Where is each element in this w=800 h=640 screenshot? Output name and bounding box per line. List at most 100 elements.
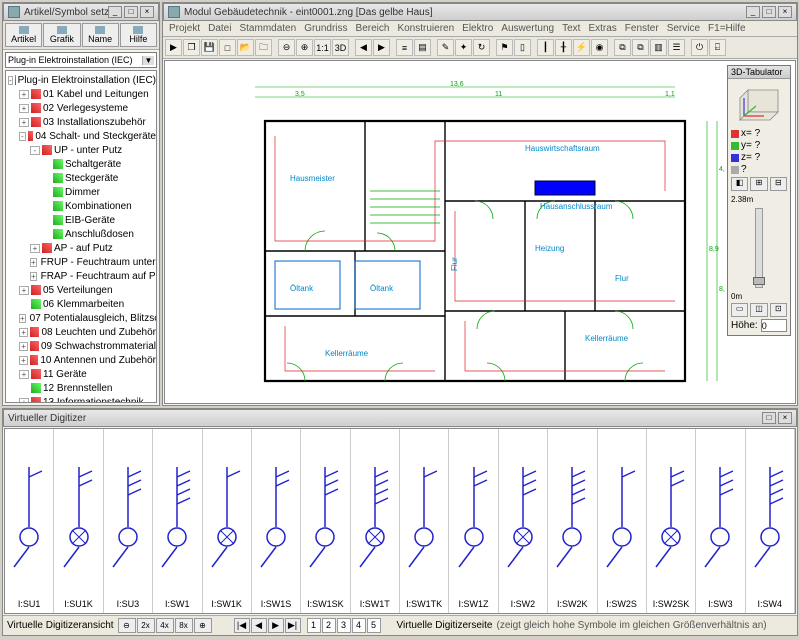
tree-item[interactable]: -Plug-in Elektroinstallation (IEC) [6,73,156,87]
tree-item[interactable]: +07 Potentialausgleich, Blitzschutz [6,311,156,325]
tree-item[interactable]: 06 Klemmarbeiten [6,297,156,311]
menu-text[interactable]: Text [562,23,580,34]
close-button[interactable]: × [778,412,792,424]
page-button-2[interactable]: 2 [322,618,336,633]
symbol-cell[interactable]: I:SW2 [499,429,548,613]
tab-btn-b[interactable]: ◫ [750,303,767,317]
new-button[interactable]: □ [219,39,236,56]
tree-item[interactable]: +FRUP - Feuchtraum unter Putz [6,255,156,269]
page-button-3[interactable]: 3 [337,618,351,633]
pipe-button[interactable]: ┃ [537,39,554,56]
expand-icon[interactable] [41,202,51,211]
menu-f1=hilfe[interactable]: F1=Hilfe [708,23,746,34]
expand-icon[interactable]: + [19,104,29,113]
menu-elektro[interactable]: Elektro [462,23,493,34]
expand-icon[interactable] [19,300,29,309]
1:1-button[interactable]: 1:1 [314,39,331,56]
prev-button[interactable]: ◀ [355,39,372,56]
tree-item[interactable]: +09 Schwachstrommaterial [6,339,156,353]
tab-artikel[interactable]: Artikel [5,23,42,47]
3d-button[interactable]: 3D [332,39,349,56]
tab-name[interactable]: Name [82,23,119,47]
nav-button[interactable]: ▶| [285,618,301,633]
menu-grundriss[interactable]: Grundriss [304,23,347,34]
page-button-5[interactable]: 5 [367,618,381,633]
tree-item[interactable]: +13 Informationstechnik [6,395,156,403]
maximize-button[interactable]: □ [762,412,776,424]
next-button[interactable]: ▶ [373,39,390,56]
symbol-cell[interactable]: I:SW4 [746,429,795,613]
slider-thumb[interactable] [753,277,765,285]
menu-projekt[interactable]: Projekt [169,23,200,34]
expand-icon[interactable]: + [19,328,28,337]
symbol-cell[interactable]: I:SW1TK [400,429,449,613]
menu-datei[interactable]: Datei [208,23,231,34]
expand-icon[interactable]: + [19,286,29,295]
symbol-cell[interactable]: I:SW2SK [647,429,696,613]
zoom-in-button[interactable]: ⊕ [296,39,313,56]
symbol-cell[interactable]: I:SW1 [153,429,202,613]
expand-icon[interactable] [41,188,51,197]
symbol-cell[interactable]: I:SW1S [252,429,301,613]
refresh-button[interactable]: ↻ [473,39,490,56]
tree-item[interactable]: +11 Geräte [6,367,156,381]
tree-item[interactable]: Schaltgeräte [6,157,156,171]
tree-item[interactable]: +AP - auf Putz [6,241,156,255]
tab-btn-1[interactable]: ◧ [731,177,748,191]
tab-hilfe[interactable]: Hilfe [120,23,157,47]
tree-item[interactable]: Kombinationen [6,199,156,213]
tab-btn-2[interactable]: ⊞ [750,177,767,191]
expand-icon[interactable]: + [19,370,29,379]
tree-item[interactable]: 12 Brennstellen [6,381,156,395]
zoom-button[interactable]: 4x [156,618,174,633]
symbol-cell[interactable]: I:SU1K [54,429,103,613]
close-button[interactable]: × [778,6,792,18]
expand-icon[interactable] [19,384,29,393]
symbol-cell[interactable]: I:SW3 [696,429,745,613]
expand-icon[interactable]: + [19,398,29,404]
expand-icon[interactable]: + [30,272,37,281]
pipe2-button[interactable]: ╂ [555,39,572,56]
props-button[interactable]: ☰ [668,39,685,56]
page-button-4[interactable]: 4 [352,618,366,633]
exit-button[interactable]: ⍇ [709,39,726,56]
link2-button[interactable]: ⧉ [632,39,649,56]
expand-icon[interactable]: - [19,132,26,141]
tree-item[interactable]: -UP - unter Putz [6,143,156,157]
expand-icon[interactable]: + [30,258,37,267]
menu-service[interactable]: Service [667,23,700,34]
menu-stammdaten[interactable]: Stammdaten [239,23,296,34]
zoom-button[interactable]: 8x [175,618,193,633]
menu-konstruieren[interactable]: Konstruieren [397,23,454,34]
expand-icon[interactable]: + [19,118,29,127]
expand-icon[interactable]: + [19,356,28,365]
door-button[interactable]: ▯ [514,39,531,56]
drawing-canvas[interactable]: 13,6 3,5 11 1,1 4,1 8,4 8,9 [164,60,796,404]
plugin-dropdown[interactable]: Plug-in Elektroinstallation (IEC) ▼ [5,52,157,68]
elec1-button[interactable]: ⚡ [573,39,590,56]
symbol-cell[interactable]: I:SU1 [5,429,54,613]
article-tree[interactable]: -Plug-in Elektroinstallation (IEC)+01 Ka… [5,70,157,403]
tab-btn-c[interactable]: ⊡ [770,303,787,317]
pencil-button[interactable]: ✎ [437,39,454,56]
menu-fenster[interactable]: Fenster [625,23,659,34]
menu-bereich[interactable]: Bereich [356,23,390,34]
expand-icon[interactable] [41,216,51,225]
tree-item[interactable]: +08 Leuchten und Zubehör [6,325,156,339]
folder-button[interactable]: 🗀 [255,39,272,56]
expand-icon[interactable] [41,230,51,239]
zoom-out-button[interactable]: ⊖ [278,39,295,56]
doc-button[interactable]: ▥ [650,39,667,56]
expand-icon[interactable] [41,174,51,183]
symbol-cell[interactable]: I:SW1SK [301,429,350,613]
maximize-button[interactable]: □ [762,6,776,18]
maximize-button[interactable]: □ [124,6,138,18]
expand-icon[interactable]: + [19,314,26,323]
open-button[interactable]: 📂 [237,39,254,56]
symbol-cell[interactable]: I:SW1K [203,429,252,613]
arrow-button[interactable]: ▶ [165,39,182,56]
layer1-button[interactable]: ≡ [396,39,413,56]
expand-icon[interactable]: + [19,90,29,99]
tree-item[interactable]: Dimmer [6,185,156,199]
expand-icon[interactable]: + [19,342,28,351]
